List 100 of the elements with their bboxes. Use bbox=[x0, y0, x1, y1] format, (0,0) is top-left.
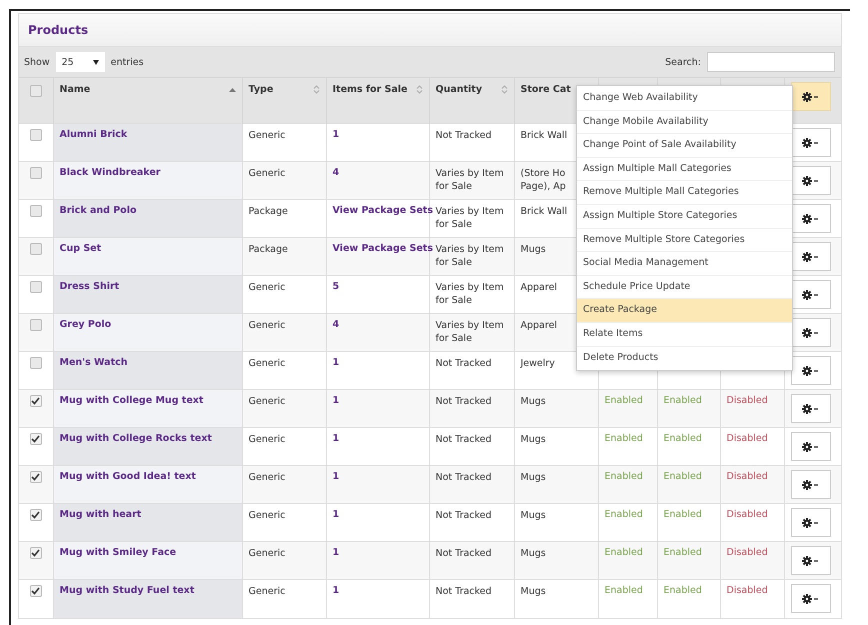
availability-status: Disabled bbox=[726, 395, 768, 406]
availability-status: Enabled bbox=[664, 585, 702, 596]
row-actions-button[interactable] bbox=[790, 128, 830, 157]
store-category-text: Mugs bbox=[520, 433, 546, 446]
panel-title: Products bbox=[28, 23, 88, 37]
row-checkbox[interactable] bbox=[30, 509, 42, 521]
items-for-sale-link[interactable]: 1 bbox=[332, 509, 340, 520]
row-actions-button[interactable] bbox=[790, 166, 830, 195]
items-for-sale-link[interactable]: 1 bbox=[332, 357, 340, 368]
gear-caret-icon bbox=[802, 252, 819, 262]
product-name-link[interactable]: Black Windbreaker bbox=[60, 167, 160, 178]
availability-status: Disabled bbox=[726, 471, 768, 482]
select-all-checkbox[interactable] bbox=[30, 85, 42, 97]
items-for-sale-link[interactable]: 1 bbox=[332, 433, 340, 444]
actions-dropdown-button[interactable] bbox=[790, 82, 830, 111]
availability-status: Enabled bbox=[604, 547, 643, 558]
items-for-sale-link[interactable]: 1 bbox=[332, 395, 340, 406]
row-checkbox[interactable] bbox=[30, 471, 42, 483]
row-actions-button[interactable] bbox=[790, 394, 830, 423]
items-for-sale-link[interactable]: 4 bbox=[332, 167, 340, 178]
availability-status: Disabled bbox=[726, 585, 768, 596]
product-name-link[interactable]: Dress Shirt bbox=[60, 281, 120, 292]
availability-status: Enabled bbox=[664, 433, 702, 444]
items-for-sale-link[interactable]: View Package Sets bbox=[332, 243, 433, 254]
availability-status: Enabled bbox=[604, 471, 643, 482]
product-type: Generic bbox=[248, 509, 286, 522]
row-actions-button[interactable] bbox=[790, 280, 830, 309]
gear-caret-icon bbox=[802, 214, 819, 224]
quantity-text: Not Tracked bbox=[436, 509, 492, 522]
menu-item[interactable]: Social Media Management bbox=[577, 252, 792, 276]
row-actions-button[interactable] bbox=[790, 204, 830, 233]
menu-item[interactable]: Change Mobile Availability bbox=[577, 110, 792, 134]
store-category-text: Apparel bbox=[520, 281, 558, 294]
row-actions-button[interactable] bbox=[790, 546, 830, 575]
gear-caret-icon bbox=[802, 480, 819, 490]
menu-item[interactable]: Delete Products bbox=[577, 346, 792, 370]
row-checkbox[interactable] bbox=[30, 585, 42, 597]
product-name-link[interactable]: Mug with Smiley Face bbox=[60, 547, 176, 558]
store-category-text: Mugs bbox=[520, 509, 546, 522]
menu-item[interactable]: Change Point of Sale Availability bbox=[577, 134, 792, 158]
items-for-sale-link[interactable]: 1 bbox=[332, 129, 340, 140]
menu-item[interactable]: Create Package bbox=[577, 299, 792, 323]
items-for-sale-link[interactable]: 4 bbox=[332, 319, 340, 330]
row-checkbox[interactable] bbox=[30, 243, 42, 255]
menu-item[interactable]: Assign Multiple Store Categories bbox=[577, 204, 792, 229]
gear-caret-icon bbox=[802, 176, 819, 186]
gear-caret-icon bbox=[802, 290, 819, 300]
gear-caret-icon bbox=[802, 518, 819, 528]
product-name-link[interactable]: Grey Polo bbox=[60, 319, 112, 330]
menu-item[interactable]: Change Web Availability bbox=[577, 87, 792, 111]
product-type: Generic bbox=[248, 471, 286, 484]
items-for-sale-link[interactable]: 1 bbox=[332, 547, 340, 558]
quantity-text: Not Tracked bbox=[436, 471, 492, 484]
menu-item[interactable]: Remove Multiple Store Categories bbox=[577, 228, 792, 252]
row-checkbox[interactable] bbox=[30, 205, 42, 217]
row-actions-button[interactable] bbox=[790, 470, 830, 499]
row-actions-button[interactable] bbox=[790, 508, 830, 537]
gear-caret-icon bbox=[802, 138, 819, 148]
availability-status: Enabled bbox=[664, 509, 702, 520]
row-actions-button[interactable] bbox=[790, 584, 830, 613]
row-checkbox[interactable] bbox=[30, 319, 42, 331]
gear-caret-icon bbox=[802, 366, 819, 376]
row-checkbox[interactable] bbox=[30, 433, 42, 445]
availability-status: Enabled bbox=[664, 395, 702, 406]
store-category-text: Mugs bbox=[520, 471, 546, 484]
row-checkbox[interactable] bbox=[30, 357, 42, 369]
quantity-text: Not Tracked bbox=[436, 395, 492, 408]
product-name-link[interactable]: Mug with heart bbox=[60, 509, 142, 520]
row-checkbox[interactable] bbox=[30, 281, 42, 293]
row-checkbox[interactable] bbox=[30, 547, 42, 559]
row-actions-button[interactable] bbox=[790, 318, 830, 347]
product-name-link[interactable]: Cup Set bbox=[60, 243, 102, 254]
row-actions-button[interactable] bbox=[790, 356, 830, 385]
row-checkbox[interactable] bbox=[30, 395, 42, 407]
product-name-link[interactable]: Men's Watch bbox=[60, 357, 128, 368]
row-actions-button[interactable] bbox=[790, 242, 830, 271]
store-category-text: (Store Ho Page), Ap bbox=[520, 167, 566, 193]
quantity-text: Varies by Item for Sale bbox=[436, 243, 505, 269]
product-type: Package bbox=[248, 243, 288, 256]
gear-caret-icon bbox=[802, 404, 819, 414]
row-checkbox[interactable] bbox=[30, 129, 42, 141]
entries-dropdown[interactable]: 25 bbox=[56, 52, 105, 72]
menu-item[interactable]: Assign Multiple Mall Categories bbox=[577, 158, 792, 182]
availability-status: Disabled bbox=[726, 547, 768, 558]
quantity-text: Not Tracked bbox=[436, 357, 492, 370]
row-checkbox[interactable] bbox=[30, 167, 42, 179]
row-actions-button[interactable] bbox=[790, 432, 830, 461]
quantity-text: Varies by Item for Sale bbox=[436, 205, 505, 231]
items-for-sale-link[interactable]: 1 bbox=[332, 585, 340, 596]
menu-item[interactable]: Remove Multiple Mall Categories bbox=[577, 181, 792, 205]
menu-item[interactable]: Relate Items bbox=[577, 322, 792, 347]
items-for-sale-link[interactable]: 1 bbox=[332, 471, 340, 482]
product-name-link[interactable]: Alumni Brick bbox=[60, 129, 128, 140]
product-name-link[interactable]: Brick and Polo bbox=[60, 205, 136, 216]
quantity-text: Not Tracked bbox=[436, 433, 492, 446]
search-field[interactable] bbox=[707, 52, 835, 72]
items-for-sale-link[interactable]: View Package Sets bbox=[332, 205, 433, 216]
quantity-text: Varies by Item for Sale bbox=[436, 281, 505, 307]
product-type: Generic bbox=[248, 357, 286, 370]
items-for-sale-link[interactable]: 5 bbox=[332, 281, 340, 292]
